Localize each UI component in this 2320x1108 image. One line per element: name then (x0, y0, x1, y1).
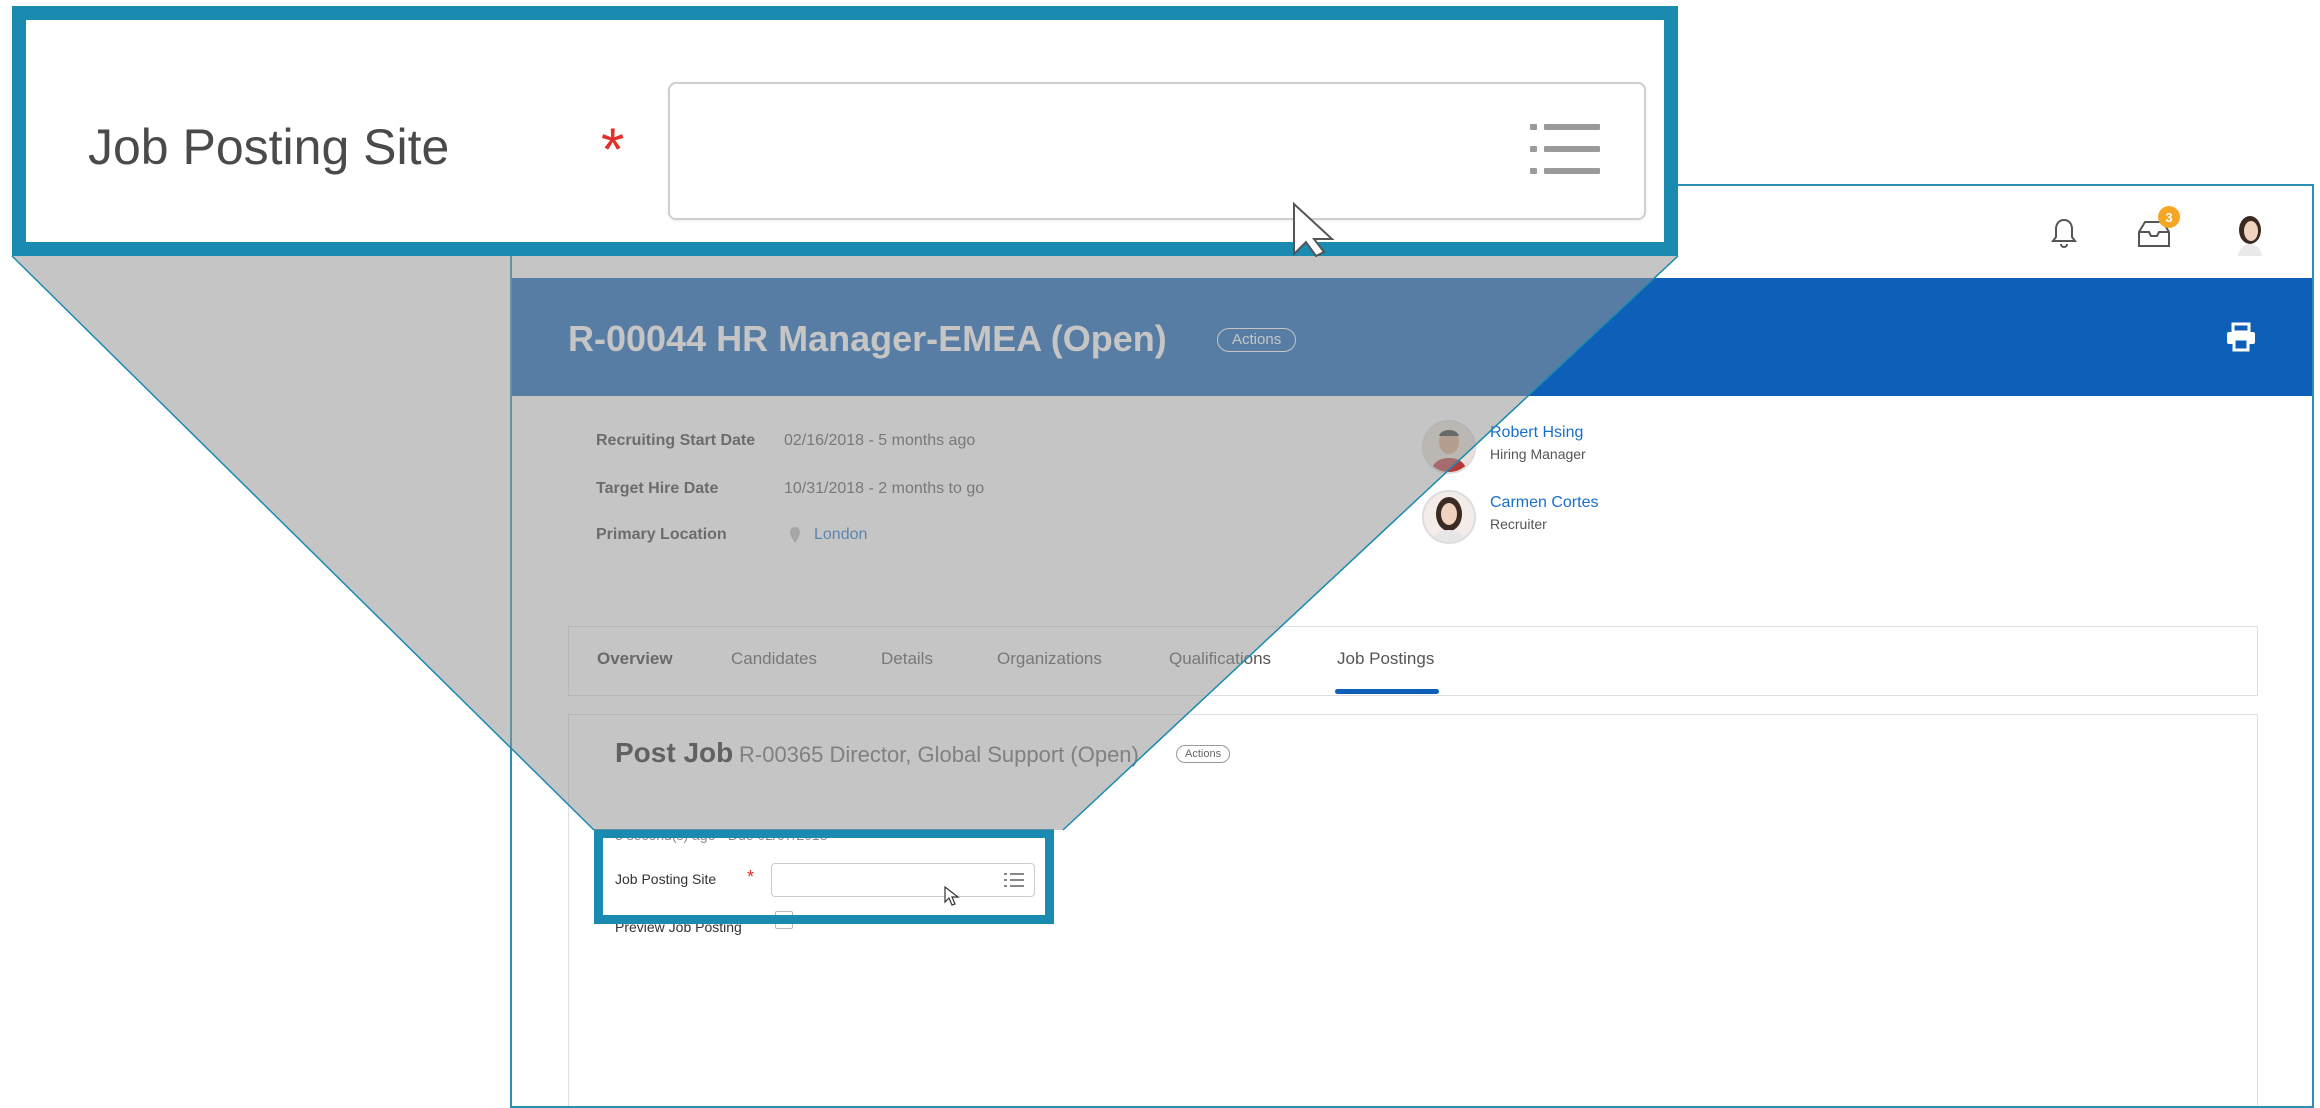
detail-row: Primary Location London (512, 526, 1412, 556)
app-window: 3 R-00044 HR Manager-EMEA (Open) Actions… (510, 184, 2314, 1108)
detail-value: 02/16/2018 - 5 months ago (784, 432, 976, 449)
person-name[interactable]: Carmen Cortes (1490, 494, 1598, 512)
person-role: Hiring Manager (1490, 446, 1586, 462)
location-link[interactable]: London (814, 526, 867, 544)
tab-qualifications[interactable]: Qualifications (1169, 649, 1271, 669)
detail-value: 10/31/2018 - 2 months to go (784, 480, 985, 497)
active-tab-indicator (1335, 689, 1439, 694)
avatar (1422, 420, 1476, 474)
print-icon[interactable] (2224, 322, 2260, 354)
person-role: Recruiter (1490, 516, 1547, 532)
bell-icon[interactable] (2042, 212, 2086, 256)
avatar (1422, 490, 1476, 544)
zoom-field-label: Job Posting Site (88, 119, 450, 175)
tab-overview[interactable]: Overview (597, 649, 673, 669)
inbox-icon[interactable]: 3 (2132, 206, 2180, 256)
inbox-badge: 3 (2158, 206, 2180, 228)
post-job-title: Post Job (615, 737, 734, 768)
detail-label: Target Hire Date (596, 480, 719, 497)
tab-candidates[interactable]: Candidates (731, 649, 817, 669)
mouse-cursor-icon (1293, 202, 1335, 258)
page-title: R-00044 HR Manager-EMEA (Open) (568, 318, 1167, 359)
profile-avatar[interactable] (2228, 212, 2272, 256)
list-prompt-icon[interactable] (1530, 120, 1600, 178)
tab-bar: Overview Candidates Details Organization… (568, 626, 2258, 696)
post-job-actions-button[interactable]: Actions (1176, 745, 1231, 763)
actions-button[interactable]: Actions (1217, 328, 1297, 352)
detail-row: Target Hire Date 10/31/2018 - 2 months t… (512, 480, 1412, 510)
zoom-job-posting-site-input[interactable] (668, 82, 1646, 220)
location-pin-icon (788, 526, 802, 549)
detail-label: Primary Location (596, 526, 727, 543)
detail-label: Recruiting Start Date (596, 432, 756, 449)
tab-organizations[interactable]: Organizations (997, 649, 1102, 669)
tab-job-postings[interactable]: Job Postings (1337, 649, 1434, 669)
detail-row: Recruiting Start Date 02/16/2018 - 5 mon… (512, 432, 1412, 462)
tab-details[interactable]: Details (881, 649, 933, 669)
zoom-required-marker: * (601, 116, 625, 183)
post-job-subtitle: R-00365 Director, Global Support (Open) (739, 742, 1139, 767)
header-band: R-00044 HR Manager-EMEA (Open) Actions (512, 278, 2312, 396)
person-name[interactable]: Robert Hsing (1490, 424, 1583, 442)
zoom-panel: Job Posting Site * (12, 6, 1678, 256)
field-highlight-box (594, 829, 1054, 924)
